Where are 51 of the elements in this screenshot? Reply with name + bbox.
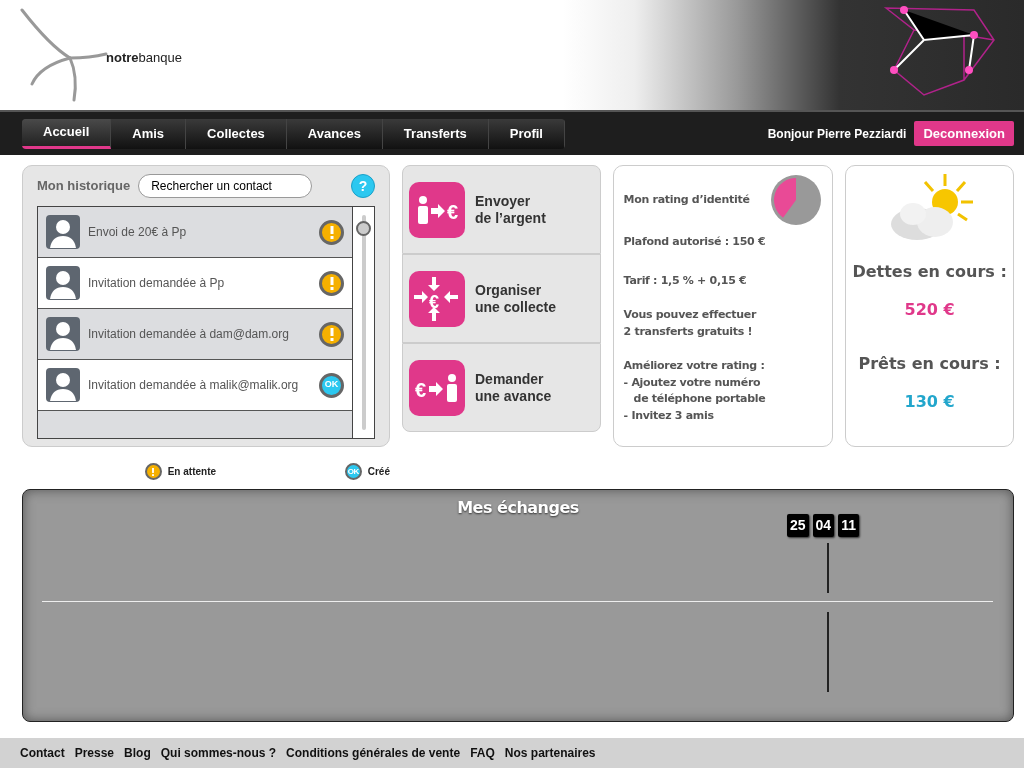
nav-tab[interactable]: Collectes [186,118,287,149]
footer-link[interactable]: Conditions générales de vente [286,744,461,762]
timeline-marker [827,543,829,593]
nav-tab[interactable]: Amis [111,118,187,149]
avatar-icon [46,266,80,300]
exchanges-title: Mes échanges [456,497,580,519]
rating-pie-chart [771,175,822,225]
rating-title: Mon rating d’identité [623,191,750,208]
nav-tab[interactable]: Profil [488,118,565,149]
send-money-icon: € [409,181,465,238]
avatar-icon [46,317,80,351]
ok-status-badge: OK [344,463,362,480]
rating-tips-text: Améliorez votre rating : - Ajoutez votre numéro de téléphone portable - Invitez 3 amis [623,358,767,424]
footer-link[interactable]: Contact [20,744,65,762]
logo-text[interactable]: notrebanque [106,48,182,68]
collect-money-icon: € [409,270,465,327]
history-item[interactable]: Invitation demandée à Pp [38,258,352,309]
footer-link[interactable]: Qui sommes-nous ? [160,744,277,762]
debts-amount: 520 € [903,299,956,321]
action-button[interactable]: € Organiser une collecte [402,254,601,343]
cloud-sun-icon [890,172,975,240]
footer-link[interactable]: Presse [74,744,115,762]
date-chip: 04 [812,514,835,537]
debts-label: Dettes en cours : [851,261,1008,283]
logout-button[interactable]: Deconnexion [914,120,1014,147]
avatar-icon [46,368,80,402]
date-chip: 11 [838,514,859,537]
contact-search-field[interactable]: Rechercher un contact [138,174,313,198]
action-button[interactable]: € Demander une avance [402,343,601,432]
loans-label: Prêts en cours : [857,353,1002,375]
footer-link[interactable]: Nos partenaires [504,744,596,762]
nav-tab[interactable]: Accueil [22,118,112,149]
legend-label: Créé [367,465,390,479]
footer-link[interactable]: FAQ [470,744,495,762]
nav-tab[interactable]: Transferts [382,118,489,149]
ok-status-badge: OK [319,372,344,398]
footer-link[interactable]: Blog [124,744,151,762]
action-button[interactable]: € Envoyer de l’argent [402,165,601,254]
greeting-text: Bonjour Pierre Pezziardi [767,125,907,143]
avatar-icon [46,215,80,249]
loans-amount: 130 € [903,391,956,413]
history-title: Mon historique [37,177,131,196]
advance-money-icon: € [409,359,465,416]
free-transfers-text: Vous pouvez effectuer 2 transferts gratuits ! [623,307,758,340]
fee-text: Tarif : 1,5 % + 0,15 € [623,272,748,289]
date-chip: 25 [787,514,809,537]
nav-tab[interactable]: Avances [286,118,383,149]
history-item[interactable]: Invitation demandée à malik@malik.org OK [38,360,352,411]
ceiling-text: Plafond autorisé : 150 € [623,234,767,250]
legend-label: En attente [167,465,217,479]
scrollbar[interactable] [352,207,374,438]
